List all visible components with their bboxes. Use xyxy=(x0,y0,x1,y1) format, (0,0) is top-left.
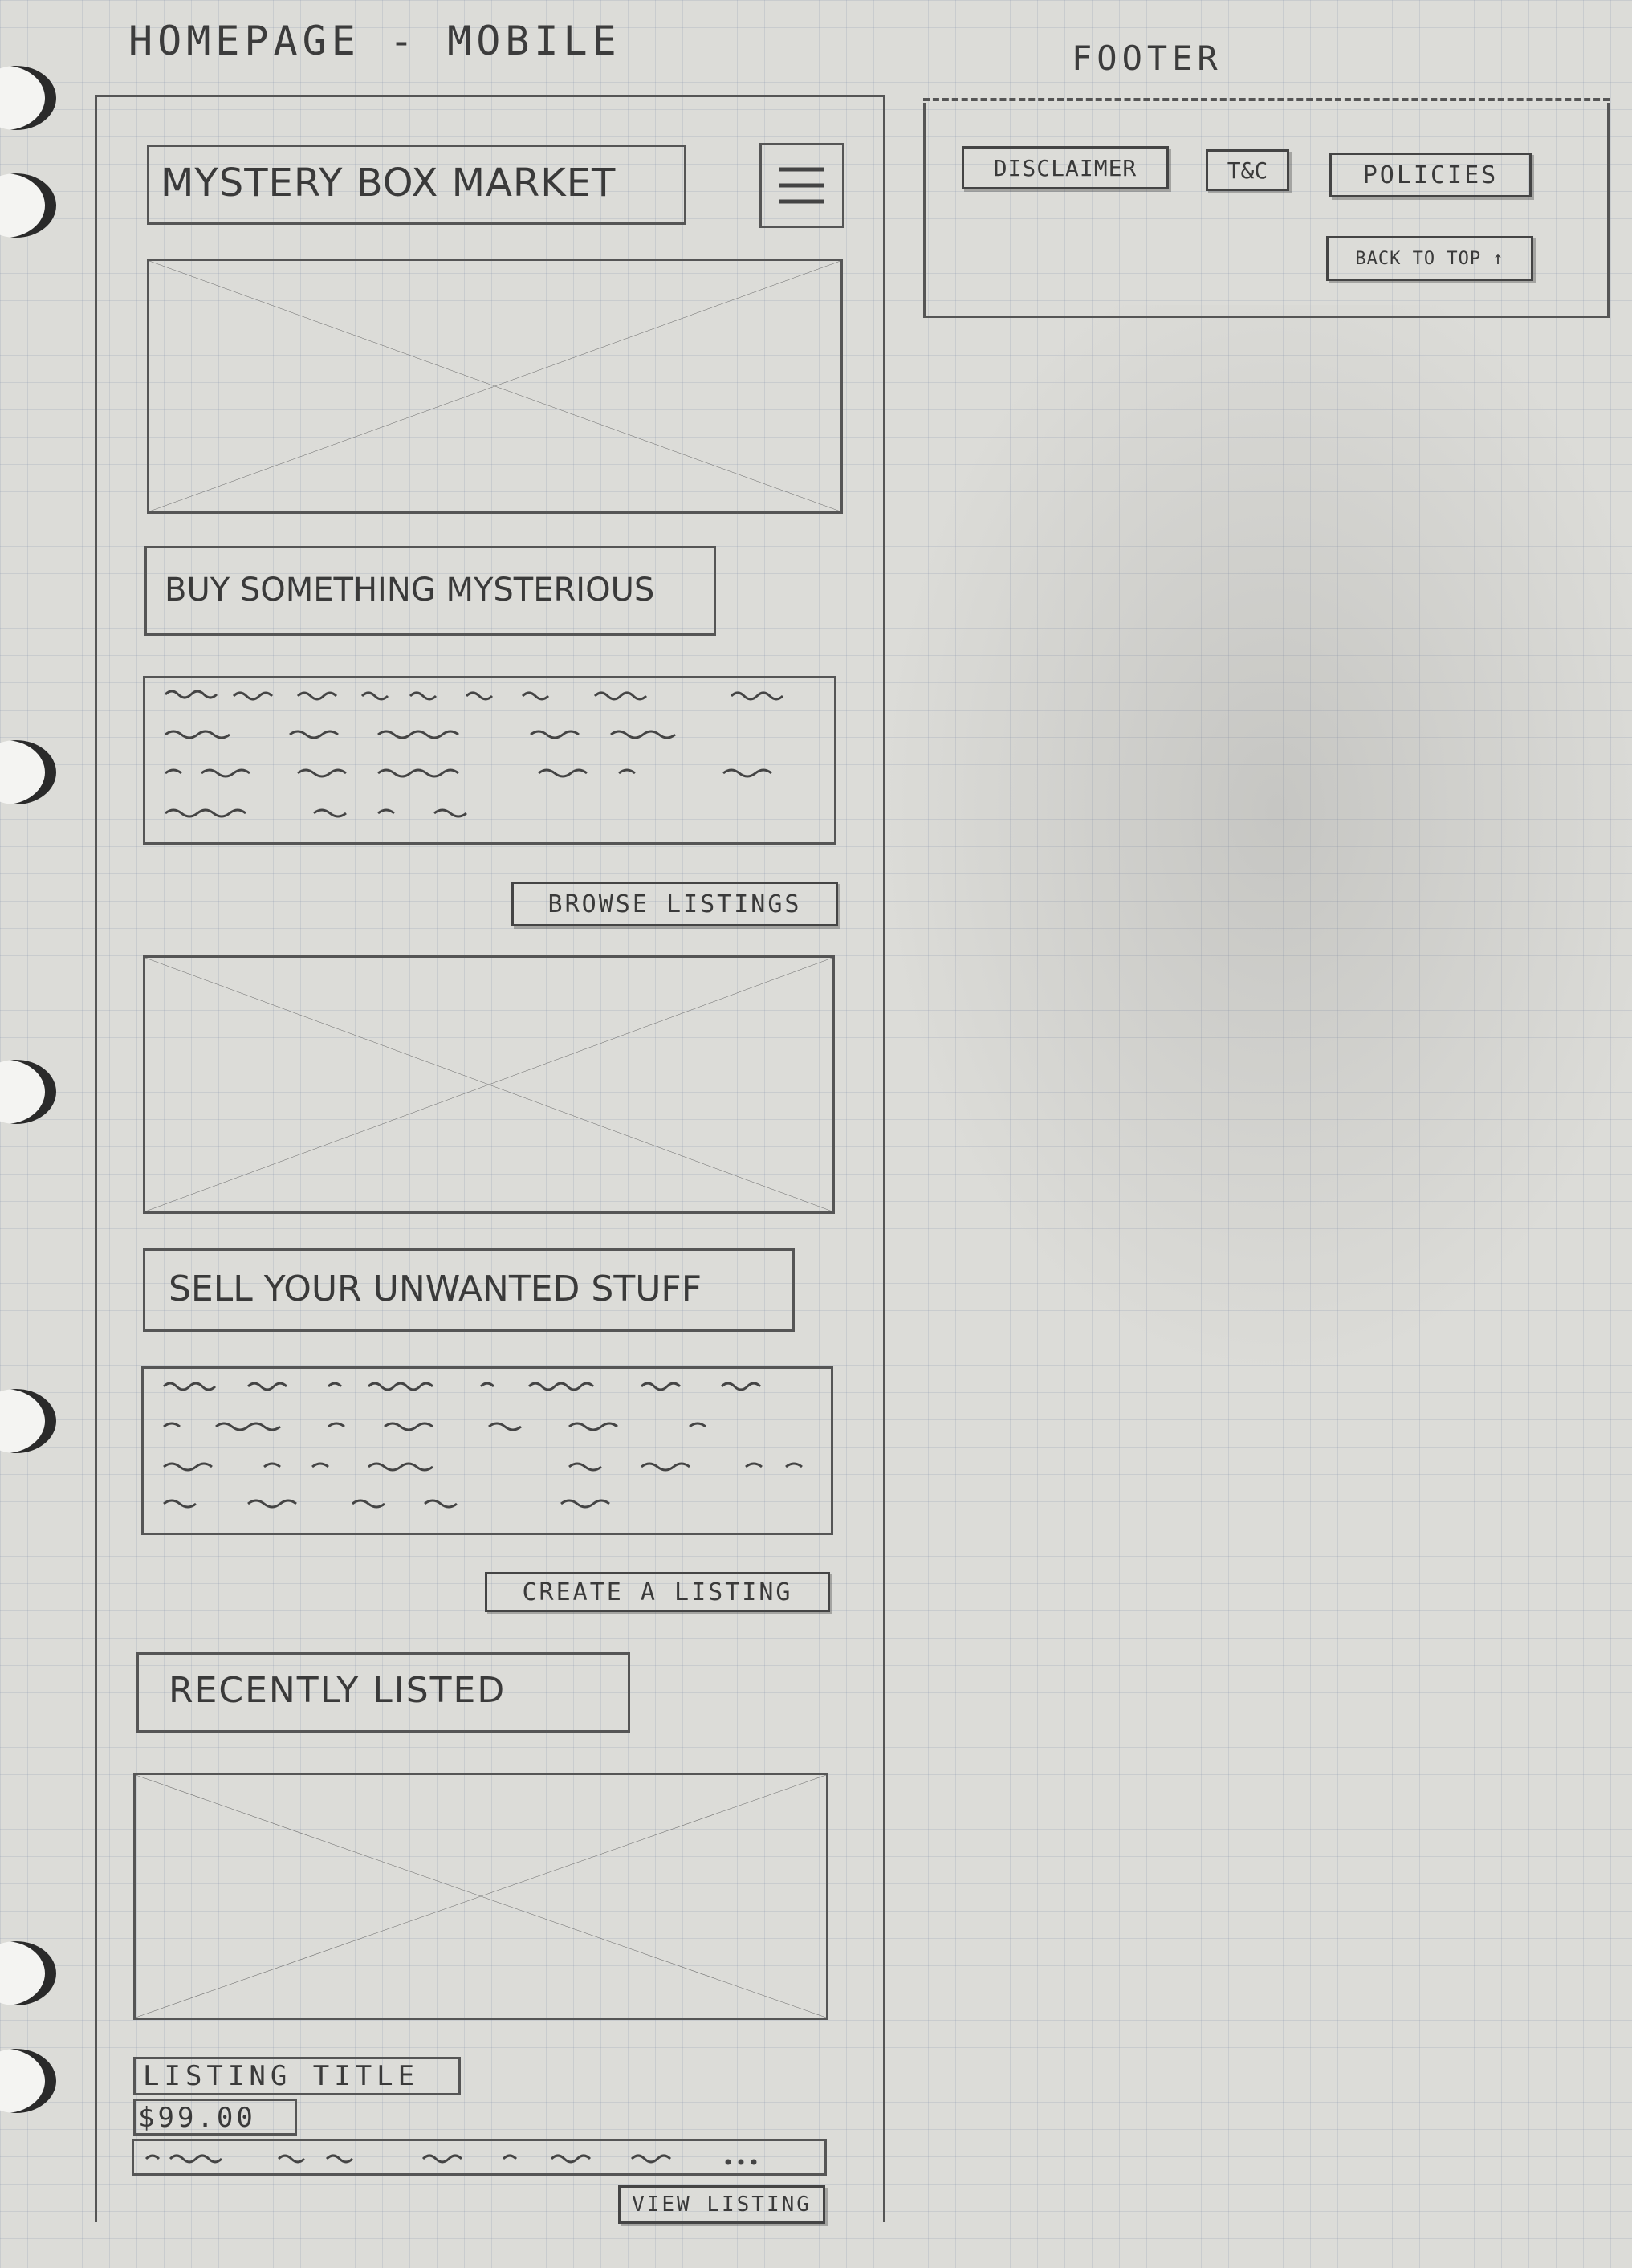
listing-description-box xyxy=(132,2139,827,2176)
placeholder-text-squiggles xyxy=(164,690,784,818)
paper-shadow xyxy=(843,305,1632,1429)
menu-button[interactable] xyxy=(759,143,844,228)
sell-image-placeholder xyxy=(143,955,835,1214)
recent-heading: RECENTLY LISTED xyxy=(169,1670,507,1711)
sell-heading: SELL YOUR UNWANTED STUFF xyxy=(169,1268,702,1309)
placeholder-text-squiggles xyxy=(162,1382,803,1509)
create-listing-button[interactable]: CREATE A LISTING xyxy=(485,1572,830,1612)
listing-image-placeholder xyxy=(133,1773,828,2020)
disclaimer-link[interactable]: DISCLAIMER xyxy=(962,146,1169,189)
binder-hole xyxy=(0,1389,56,1453)
listing-title: LISTING TITLE xyxy=(143,2060,420,2092)
page-title: HOMEPAGE - MOBILE xyxy=(128,18,621,64)
listing-price: $99.00 xyxy=(138,2102,256,2134)
footer-title: FOOTER xyxy=(1072,39,1223,78)
binder-hole xyxy=(0,1941,56,2005)
footer-frame xyxy=(923,103,1610,318)
view-listing-button[interactable]: VIEW LISTING xyxy=(618,2185,825,2224)
sell-paragraph-box xyxy=(141,1366,833,1535)
binder-hole xyxy=(0,173,56,238)
placeholder-text-squiggles xyxy=(144,2154,757,2165)
footer-top-edge xyxy=(923,98,1610,101)
site-logo: MYSTERY BOX MARKET xyxy=(161,161,617,206)
back-to-top-button[interactable]: BACK TO TOP ↑ xyxy=(1326,236,1533,281)
hamburger-menu-icon xyxy=(779,167,824,204)
terms-link[interactable]: T&C xyxy=(1206,149,1289,191)
policies-link[interactable]: POLICIES xyxy=(1329,153,1532,197)
browse-listings-button[interactable]: BROWSE LISTINGS xyxy=(511,882,838,926)
binder-hole xyxy=(0,740,56,804)
buy-heading: BUY SOMETHING MYSTERIOUS xyxy=(165,572,655,609)
binder-hole xyxy=(0,2049,56,2113)
binder-hole xyxy=(0,1060,56,1124)
buy-paragraph-box xyxy=(143,676,836,845)
binder-hole xyxy=(0,66,56,130)
hero-image-placeholder xyxy=(147,259,843,514)
